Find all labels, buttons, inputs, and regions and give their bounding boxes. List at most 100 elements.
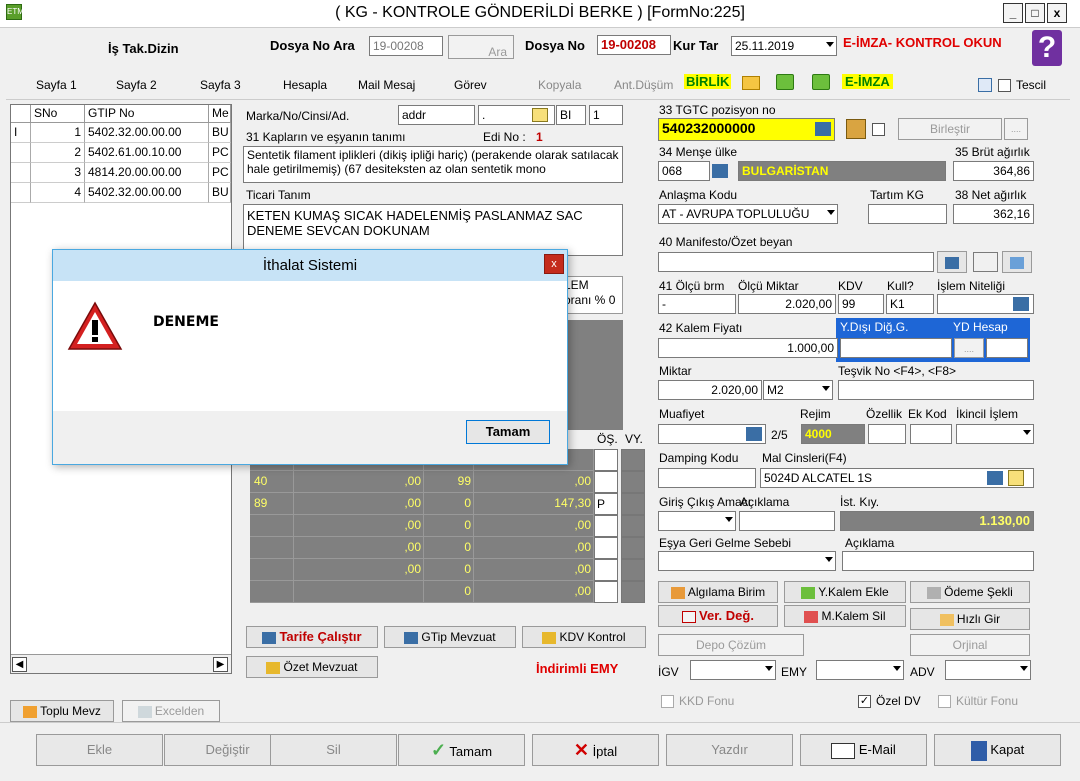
tax-cell[interactable]: 99 <box>424 471 474 493</box>
tax-cell[interactable]: ,00 <box>474 515 594 537</box>
kull-input[interactable]: K1 <box>886 294 934 314</box>
miktar-input[interactable]: 2.020,00 <box>658 380 762 400</box>
rejim-field[interactable]: 4000 <box>801 424 865 444</box>
anlasma-select[interactable]: AT - AVRUPA TOPLULUĞU <box>658 204 838 224</box>
tax-cell[interactable] <box>250 581 294 603</box>
kap-tanim-textarea[interactable]: Sentetik filament iplikleri (dikiş ipliğ… <box>243 146 623 183</box>
close-button[interactable]: x <box>1047 3 1067 23</box>
islem-lookup-icon[interactable] <box>1013 297 1029 311</box>
tax-os-cell[interactable] <box>594 581 618 603</box>
tax-cell[interactable]: 0 <box>424 537 474 559</box>
aciklama2-input[interactable] <box>842 551 1034 571</box>
tamam-button[interactable]: ✓ Tamam <box>398 734 525 766</box>
birlestir-button[interactable]: Birleştir <box>898 118 1002 140</box>
dosya-no-input[interactable]: 19-00208 <box>597 35 671 55</box>
tax-os-cell[interactable]: P <box>594 493 618 515</box>
emy-select[interactable] <box>816 660 904 680</box>
tax-cell[interactable]: 0 <box>424 559 474 581</box>
tax-vy-cell[interactable] <box>621 493 645 515</box>
table-row-gtip[interactable]: 5402.32.00.00.00 <box>85 123 209 143</box>
tax-vy-cell[interactable] <box>621 559 645 581</box>
ozet-mevzuat-button[interactable]: Özet Mevzuat <box>246 656 378 678</box>
tab-sayfa1[interactable]: Sayfa 1 <box>36 78 77 92</box>
ant-dusum-button[interactable]: Ant.Düşüm <box>614 78 673 92</box>
manifesto-page-button[interactable] <box>1002 251 1032 273</box>
mal-lookup-icon[interactable] <box>987 471 1003 485</box>
ydhesap-input[interactable] <box>986 338 1028 358</box>
grid-header-gtip[interactable]: GTIP No <box>85 105 209 123</box>
table-row-me[interactable]: PC <box>209 163 231 183</box>
tax-vy-cell[interactable] <box>621 449 645 471</box>
damping-input[interactable] <box>658 468 756 488</box>
tax-cell[interactable]: ,00 <box>294 537 424 559</box>
box-icon[interactable] <box>846 119 866 139</box>
tax-cell[interactable]: ,00 <box>474 471 594 493</box>
muafiyet-lookup-icon[interactable] <box>746 427 762 441</box>
upload-icon[interactable] <box>776 74 794 90</box>
algilama-birim-button[interactable]: Algılama Birim <box>658 581 778 603</box>
maximize-button[interactable]: □ <box>1025 3 1045 23</box>
table-row-gtip[interactable]: 4814.20.00.00.00 <box>85 163 209 183</box>
folder-icon[interactable] <box>742 76 760 90</box>
tax-vy-cell[interactable] <box>621 537 645 559</box>
mense-lookup-icon[interactable] <box>712 164 728 178</box>
ara-button[interactable]: Ara <box>448 35 514 59</box>
tax-os-cell[interactable] <box>594 449 618 471</box>
table-row-gtip[interactable]: 5402.32.00.00.00 <box>85 183 209 203</box>
toplu-mevzuat-button[interactable]: Toplu Mevz <box>10 700 114 722</box>
document-icon[interactable] <box>978 78 992 92</box>
manifesto-list-button[interactable] <box>937 251 967 273</box>
tax-os-cell[interactable] <box>594 537 618 559</box>
birlestir-more-button[interactable]: .... <box>1004 118 1028 140</box>
table-row-sno[interactable]: 3 <box>31 163 85 183</box>
table-row-gtip[interactable]: 5402.61.00.10.00 <box>85 143 209 163</box>
tax-os-cell[interactable] <box>594 471 618 493</box>
olcu-miktar-input[interactable]: 2.020,00 <box>738 294 836 314</box>
depo-cozum-button[interactable]: Depo Çözüm <box>658 634 804 656</box>
ekle-button[interactable]: Ekle <box>36 734 163 766</box>
ozellik-input[interactable] <box>868 424 906 444</box>
birlik-button[interactable]: BİRLİK <box>684 74 732 89</box>
tartim-input[interactable] <box>868 204 947 224</box>
lookup-icon[interactable] <box>815 122 831 136</box>
aciklama-input[interactable] <box>739 511 835 531</box>
tgtc-input[interactable]: 540232000000 <box>658 118 835 141</box>
email-button[interactable]: E-Mail <box>800 734 927 766</box>
table-row-me[interactable]: BU <box>209 183 231 203</box>
ikincil-islem-select[interactable] <box>956 424 1034 444</box>
kkd-checkbox[interactable] <box>661 695 674 708</box>
scroll-right-icon[interactable]: ▶ <box>213 657 228 672</box>
ver-deg-button[interactable]: Ver. Değ. <box>658 605 778 627</box>
tax-cell[interactable] <box>250 559 294 581</box>
tescil-checkbox[interactable] <box>998 79 1011 92</box>
net-input[interactable]: 362,16 <box>953 204 1034 224</box>
brut-input[interactable]: 364,86 <box>953 161 1034 181</box>
yazdir-button[interactable]: Yazdır <box>666 734 793 766</box>
excelden-button[interactable]: Excelden <box>122 700 220 722</box>
mal-edit-icon[interactable] <box>1008 470 1024 486</box>
tab-sayfa3[interactable]: Sayfa 3 <box>200 78 241 92</box>
igv-select[interactable] <box>690 660 776 680</box>
hizli-gir-button[interactable]: Hızlı Gir <box>910 608 1030 630</box>
tax-cell[interactable]: 0 <box>424 581 474 603</box>
tab-gorev[interactable]: Görev <box>454 78 487 92</box>
tab-sayfa2[interactable]: Sayfa 2 <box>116 78 157 92</box>
tax-cell[interactable]: ,00 <box>474 559 594 581</box>
manifesto-input[interactable] <box>658 252 934 272</box>
table-row-me[interactable]: PC <box>209 143 231 163</box>
table-row-sno[interactable]: 2 <box>31 143 85 163</box>
tax-cell[interactable] <box>294 581 424 603</box>
esya-geri-select[interactable] <box>658 551 836 571</box>
gtip-mevzuat-button[interactable]: GTip Mevzuat <box>384 626 516 648</box>
kdv-kontrol-button[interactable]: KDV Kontrol <box>522 626 646 648</box>
olcu-brm-input[interactable]: - <box>658 294 736 314</box>
adv-select[interactable] <box>945 660 1031 680</box>
giris-cikis-select[interactable] <box>658 511 736 531</box>
ydisi-input[interactable] <box>840 338 952 358</box>
tax-cell[interactable]: 40 <box>250 471 294 493</box>
tax-cell[interactable]: ,00 <box>474 581 594 603</box>
marka-input-1[interactable]: addr <box>398 105 475 125</box>
m-kalem-sil-button[interactable]: M.Kalem Sil <box>784 605 906 627</box>
tax-cell[interactable]: 0 <box>424 493 474 515</box>
odeme-sekli-button[interactable]: Ödeme Şekli <box>910 581 1030 603</box>
